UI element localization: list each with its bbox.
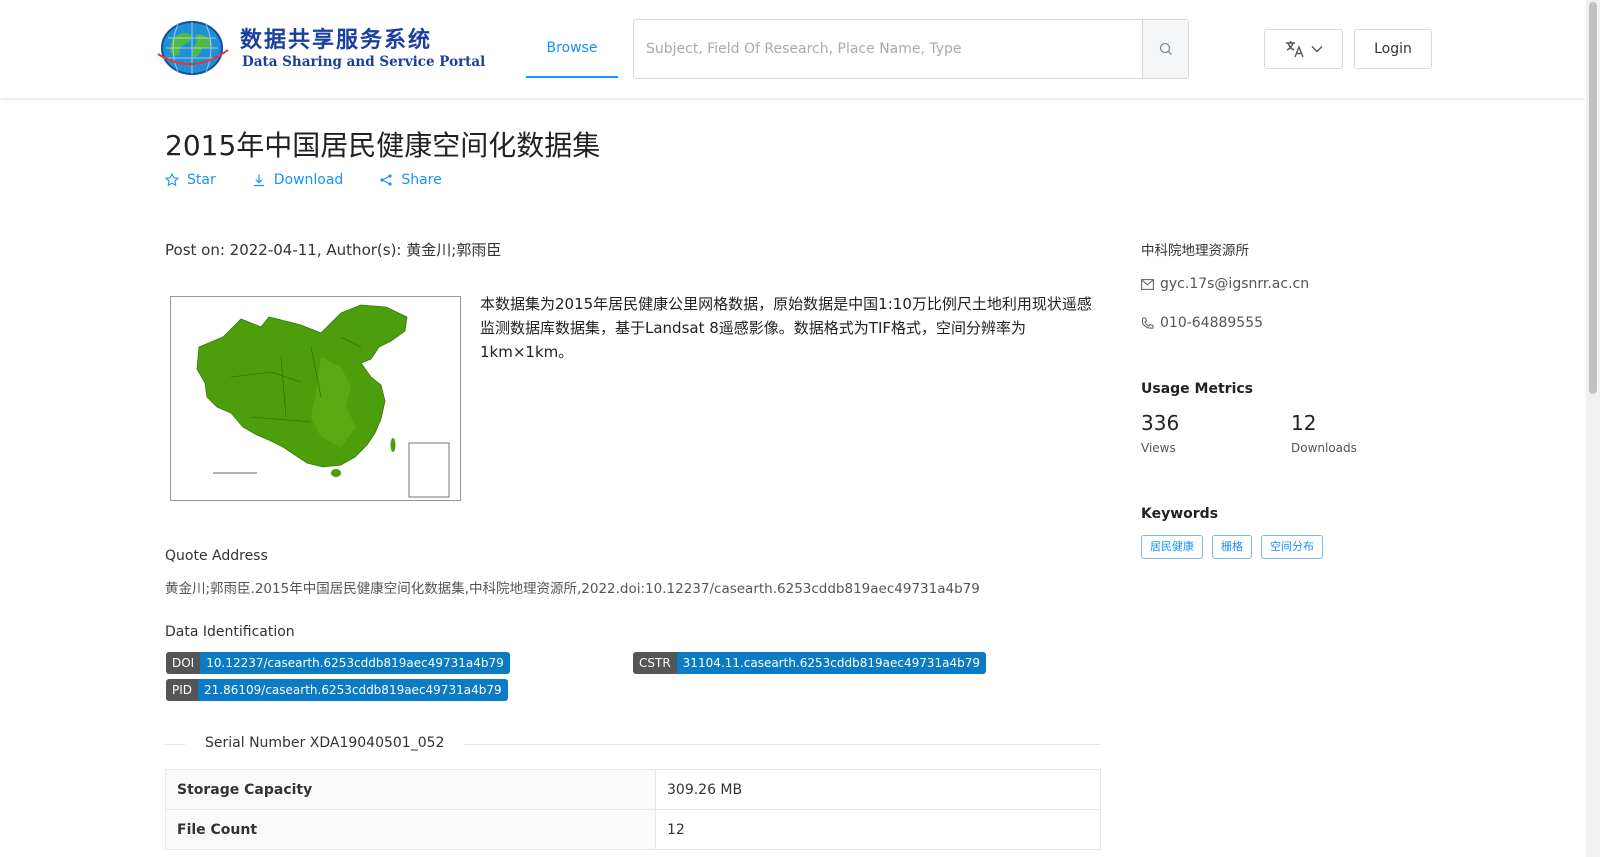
file-count-value: 12: [655, 809, 1101, 850]
share-button[interactable]: Share: [379, 172, 442, 188]
download-icon: [253, 174, 264, 187]
dataset-actions: Star Download Share: [165, 172, 442, 188]
share-label: Share: [401, 172, 442, 188]
authors-label: Author(s):: [326, 241, 402, 259]
keyword-tag[interactable]: 居民健康: [1141, 535, 1203, 559]
mail-icon: [1141, 278, 1154, 290]
downloads-count: 12: [1291, 411, 1317, 435]
storage-capacity-key: Storage Capacity: [165, 769, 656, 810]
search-box: [633, 19, 1189, 79]
organization-name: 中科院地理资源所: [1141, 243, 1249, 259]
downloads-metric: 12 Downloads: [1291, 411, 1357, 455]
globe-logo-icon: [157, 21, 229, 75]
dataset-title: 2015年中国居民健康空间化数据集: [165, 129, 601, 162]
search-button[interactable]: [1142, 20, 1188, 78]
post-date: 2022-04-11: [229, 241, 317, 259]
serial-number: Serial Number XDA19040501_052: [185, 735, 465, 751]
table-row: File Count 12: [165, 809, 1101, 850]
logo-chinese-text: 数据共享服务系统: [240, 27, 433, 53]
post-info: Post on: 2022-04-11, Author(s): 黄金川;郭雨臣: [165, 239, 501, 260]
download-button[interactable]: Download: [252, 172, 344, 188]
keywords-list: 居民健康 栅格 空间分布: [1141, 535, 1323, 559]
chevron-down-icon: [1311, 46, 1322, 53]
post-separator: ,: [316, 241, 327, 259]
usage-metrics-title: Usage Metrics: [1141, 381, 1253, 397]
authors: 黄金川;郭雨臣: [406, 241, 502, 259]
pid-badge[interactable]: PID 21.86109/casearth.6253cddb819aec4973…: [166, 679, 508, 701]
data-identification-label: Data Identification: [165, 624, 295, 640]
cstr-value: 31104.11.casearth.6253cddb819aec49731a4b…: [676, 652, 987, 674]
scrollbar-thumb[interactable]: [1589, 2, 1597, 394]
search-icon: [1159, 42, 1172, 55]
page-scrollbar[interactable]: [1586, 0, 1600, 857]
pid-key: PID: [166, 679, 199, 701]
doi-value: 10.12237/casearth.6253cddb819aec49731a4b…: [200, 652, 510, 674]
download-label: Download: [273, 172, 344, 188]
login-button[interactable]: Login: [1354, 29, 1432, 69]
site-logo[interactable]: 数据共享服务系统 Data Sharing and Service Portal: [154, 18, 485, 78]
dataset-info-table: Storage Capacity 309.26 MB File Count 12: [165, 769, 1101, 850]
email-text: gyc.17s@igsnrr.ac.cn: [1160, 276, 1310, 292]
keywords-title: Keywords: [1141, 506, 1219, 522]
post-on-label: Post on:: [165, 241, 225, 259]
phone-icon: [1141, 316, 1154, 329]
cstr-badge[interactable]: CSTR 31104.11.casearth.6253cddb819aec497…: [633, 652, 987, 674]
translate-icon: [1285, 41, 1304, 58]
language-switch-button[interactable]: [1264, 29, 1343, 69]
star-label: Star: [187, 172, 216, 188]
storage-capacity-value: 309.26 MB: [655, 769, 1101, 810]
top-header: 数据共享服务系统 Data Sharing and Service Portal…: [0, 0, 1586, 98]
cstr-key: CSTR: [633, 652, 677, 674]
share-icon: [380, 174, 392, 186]
nav-browse-tab[interactable]: Browse: [526, 0, 618, 78]
quote-address-text: 黄金川;郭雨臣.2015年中国居民健康空间化数据集,中科院地理资源所,2022.…: [165, 581, 980, 597]
quote-address-label: Quote Address: [165, 548, 268, 564]
file-count-key: File Count: [165, 809, 656, 850]
table-row: Storage Capacity 309.26 MB: [165, 769, 1101, 810]
phone-text: 010-64889555: [1160, 315, 1264, 331]
keyword-tag[interactable]: 栅格: [1212, 535, 1252, 559]
search-input[interactable]: [634, 20, 1142, 78]
contact-phone: 010-64889555: [1141, 315, 1263, 331]
contact-email[interactable]: gyc.17s@igsnrr.ac.cn: [1141, 276, 1309, 292]
downloads-label: Downloads: [1291, 441, 1357, 455]
star-icon: [165, 173, 179, 187]
dataset-thumbnail: [170, 296, 461, 501]
views-count: 336: [1141, 411, 1180, 435]
china-map-image: [171, 297, 460, 500]
doi-badge[interactable]: DOI 10.12237/casearth.6253cddb819aec4973…: [166, 652, 510, 674]
star-button[interactable]: Star: [165, 172, 216, 188]
keyword-tag[interactable]: 空间分布: [1261, 535, 1323, 559]
views-label: Views: [1141, 441, 1176, 455]
views-metric: 336 Views: [1141, 411, 1179, 455]
doi-key: DOI: [166, 652, 201, 674]
dataset-description: 本数据集为2015年居民健康公里网格数据，原始数据是中国1:10万比例尺土地利用…: [480, 295, 1092, 361]
logo-english-text: Data Sharing and Service Portal: [242, 54, 486, 70]
pid-value: 21.86109/casearth.6253cddb819aec49731a4b…: [198, 679, 508, 701]
